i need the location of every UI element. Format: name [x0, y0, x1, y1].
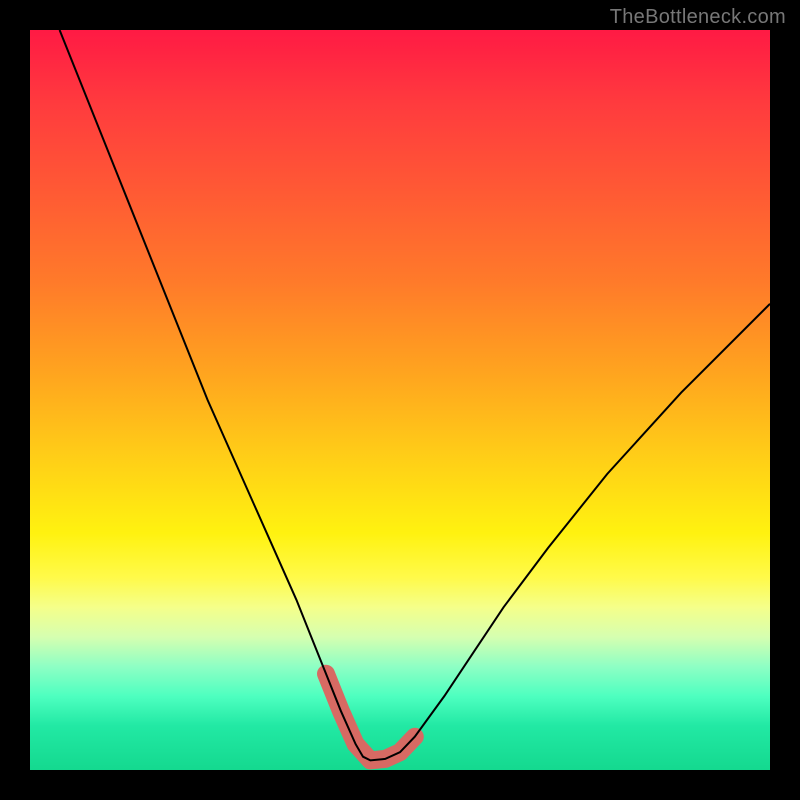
plot-svg [30, 30, 770, 770]
chart-frame: TheBottleneck.com [0, 0, 800, 800]
bottleneck-curve [60, 30, 770, 760]
plot-area [30, 30, 770, 770]
highlight-marker [326, 674, 415, 761]
watermark-text: TheBottleneck.com [610, 6, 786, 29]
